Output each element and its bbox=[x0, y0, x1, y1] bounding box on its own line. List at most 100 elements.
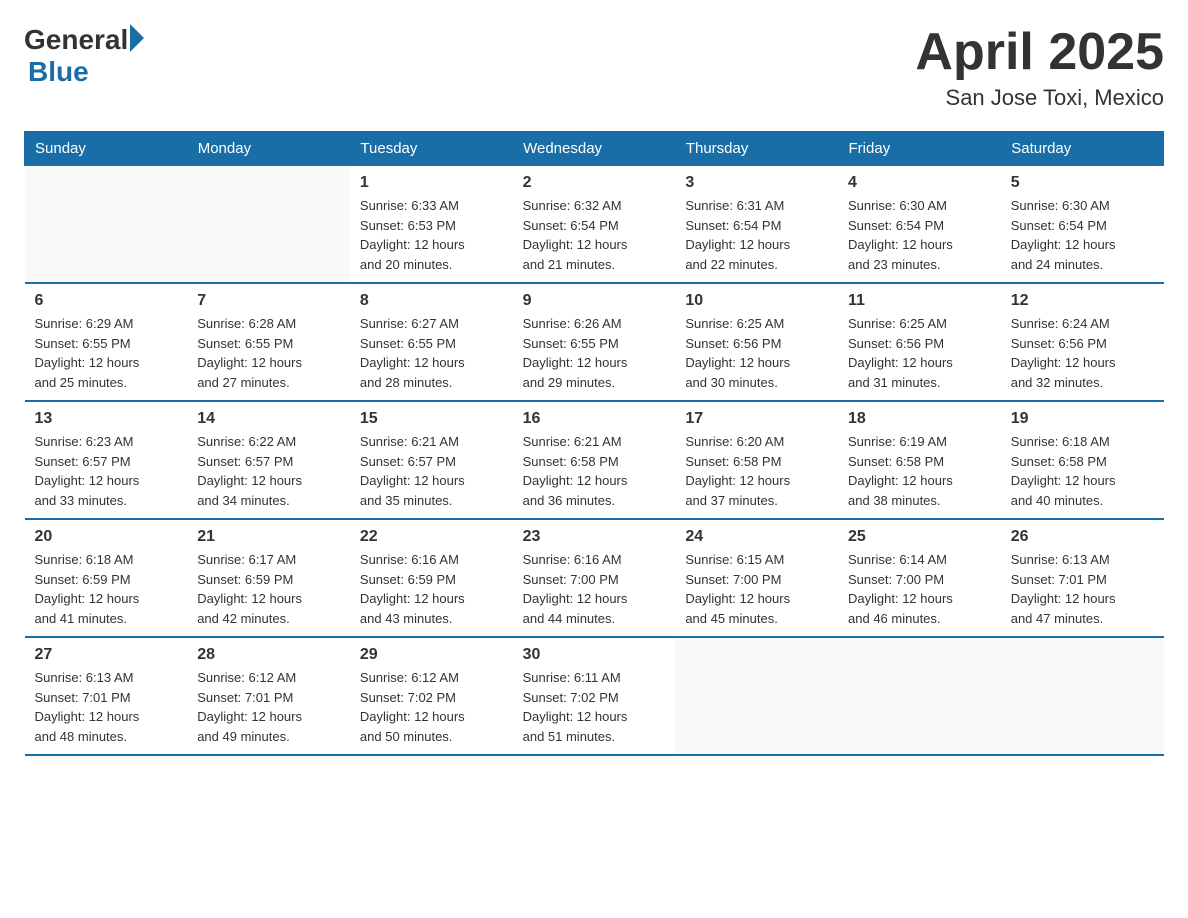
logo-triangle-icon bbox=[130, 24, 144, 52]
week-row-1: 1Sunrise: 6:33 AM Sunset: 6:53 PM Daylig… bbox=[25, 166, 1164, 284]
calendar-cell-w4-d6: 25 Sunrise: 6:14 AM Sunset: 7:00 PM Dayli… bbox=[838, 519, 1001, 637]
calendar-cell-w2-d5: 10Sunrise: 6:25 AM Sunset: 6:56 PM Dayli… bbox=[675, 283, 838, 401]
calendar-cell-w3-d5: 17 Sunrise: 6:20 AM Sunset: 6:58 PM Dayli… bbox=[675, 401, 838, 519]
day-number: 20 bbox=[35, 528, 178, 546]
calendar-cell-w1-d4: 2 Sunrise: 6:32 AM Sunset: 6:54 PM Daylig… bbox=[513, 166, 676, 284]
day-number: 17 bbox=[685, 410, 828, 428]
day-info: Sunrise: 6:18 AM Sunset: 6:59 PM Dayligh… bbox=[35, 550, 178, 628]
day-number: 8 bbox=[360, 292, 503, 310]
day-number: 26 bbox=[1011, 528, 1154, 546]
day-number: 23 bbox=[523, 528, 666, 546]
calendar-title: April 2025 bbox=[915, 24, 1164, 81]
calendar-cell-w2-d2: 7 Sunrise: 6:28 AM Sunset: 6:55 PM Daylig… bbox=[187, 283, 350, 401]
days-of-week-row: Sunday Monday Tuesday Wednesday Thursday… bbox=[25, 132, 1164, 166]
logo-blue-text: Blue bbox=[28, 56, 144, 88]
calendar-cell-w4-d5: 24 Sunrise: 6:15 AM Sunset: 7:00 PM Dayli… bbox=[675, 519, 838, 637]
calendar-cell-w4-d4: 23 Sunrise: 6:16 AM Sunset: 7:00 PM Dayli… bbox=[513, 519, 676, 637]
day-info: Sunrise: 6:29 AM Sunset: 6:55 PM Dayligh… bbox=[35, 314, 178, 392]
day-info: Sunrise: 6:27 AM Sunset: 6:55 PM Dayligh… bbox=[360, 314, 503, 392]
day-info: Sunrise: 6:15 AM Sunset: 7:00 PM Dayligh… bbox=[685, 550, 828, 628]
week-row-4: 20 Sunrise: 6:18 AM Sunset: 6:59 PM Dayli… bbox=[25, 519, 1164, 637]
calendar-table: Sunday Monday Tuesday Wednesday Thursday… bbox=[24, 131, 1164, 756]
title-block: April 2025 San Jose Toxi, Mexico bbox=[915, 24, 1164, 111]
week-row-2: 6 Sunrise: 6:29 AM Sunset: 6:55 PM Daylig… bbox=[25, 283, 1164, 401]
day-info: Sunrise: 6:25 AM Sunset: 6:56 PM Dayligh… bbox=[848, 314, 991, 392]
day-number: 21 bbox=[197, 528, 340, 546]
day-number: 5 bbox=[1011, 174, 1154, 192]
day-info: Sunrise: 6:26 AM Sunset: 6:55 PM Dayligh… bbox=[523, 314, 666, 392]
calendar-cell-w1-d3: 1Sunrise: 6:33 AM Sunset: 6:53 PM Daylig… bbox=[350, 166, 513, 284]
calendar-cell-w5-d3: 29 Sunrise: 6:12 AM Sunset: 7:02 PM Dayli… bbox=[350, 637, 513, 755]
calendar-cell-w4-d2: 21Sunrise: 6:17 AM Sunset: 6:59 PM Dayli… bbox=[187, 519, 350, 637]
calendar-header: Sunday Monday Tuesday Wednesday Thursday… bbox=[25, 132, 1164, 166]
day-number: 9 bbox=[523, 292, 666, 310]
calendar-cell-w5-d4: 30 Sunrise: 6:11 AM Sunset: 7:02 PM Dayli… bbox=[513, 637, 676, 755]
calendar-cell-w2-d6: 11Sunrise: 6:25 AM Sunset: 6:56 PM Dayli… bbox=[838, 283, 1001, 401]
calendar-cell-w1-d2 bbox=[187, 166, 350, 284]
week-row-5: 27 Sunrise: 6:13 AM Sunset: 7:01 PM Dayli… bbox=[25, 637, 1164, 755]
day-number: 15 bbox=[360, 410, 503, 428]
day-info: Sunrise: 6:28 AM Sunset: 6:55 PM Dayligh… bbox=[197, 314, 340, 392]
calendar-cell-w4-d1: 20 Sunrise: 6:18 AM Sunset: 6:59 PM Dayli… bbox=[25, 519, 188, 637]
col-tuesday: Tuesday bbox=[350, 132, 513, 166]
calendar-cell-w2-d7: 12Sunrise: 6:24 AM Sunset: 6:56 PM Dayli… bbox=[1001, 283, 1164, 401]
calendar-cell-w2-d4: 9 Sunrise: 6:26 AM Sunset: 6:55 PM Daylig… bbox=[513, 283, 676, 401]
day-number: 6 bbox=[35, 292, 178, 310]
logo-general-text: General bbox=[24, 24, 128, 56]
day-number: 13 bbox=[35, 410, 178, 428]
day-info: Sunrise: 6:22 AM Sunset: 6:57 PM Dayligh… bbox=[197, 432, 340, 510]
col-saturday: Saturday bbox=[1001, 132, 1164, 166]
calendar-subtitle: San Jose Toxi, Mexico bbox=[915, 85, 1164, 111]
calendar-cell-w1-d1 bbox=[25, 166, 188, 284]
day-info: Sunrise: 6:13 AM Sunset: 7:01 PM Dayligh… bbox=[1011, 550, 1154, 628]
logo: General Blue bbox=[24, 24, 144, 88]
calendar-cell-w4-d7: 26 Sunrise: 6:13 AM Sunset: 7:01 PM Dayli… bbox=[1001, 519, 1164, 637]
day-info: Sunrise: 6:30 AM Sunset: 6:54 PM Dayligh… bbox=[848, 196, 991, 274]
calendar-cell-w5-d5 bbox=[675, 637, 838, 755]
calendar-cell-w2-d3: 8 Sunrise: 6:27 AM Sunset: 6:55 PM Daylig… bbox=[350, 283, 513, 401]
day-info: Sunrise: 6:14 AM Sunset: 7:00 PM Dayligh… bbox=[848, 550, 991, 628]
calendar-cell-w1-d7: 5 Sunrise: 6:30 AM Sunset: 6:54 PM Daylig… bbox=[1001, 166, 1164, 284]
day-number: 30 bbox=[523, 646, 666, 664]
day-number: 2 bbox=[523, 174, 666, 192]
calendar-cell-w1-d5: 3Sunrise: 6:31 AM Sunset: 6:54 PM Daylig… bbox=[675, 166, 838, 284]
calendar-cell-w3-d7: 19 Sunrise: 6:18 AM Sunset: 6:58 PM Dayli… bbox=[1001, 401, 1164, 519]
day-number: 24 bbox=[685, 528, 828, 546]
day-info: Sunrise: 6:12 AM Sunset: 7:02 PM Dayligh… bbox=[360, 668, 503, 746]
day-number: 10 bbox=[685, 292, 828, 310]
day-info: Sunrise: 6:16 AM Sunset: 7:00 PM Dayligh… bbox=[523, 550, 666, 628]
col-sunday: Sunday bbox=[25, 132, 188, 166]
day-number: 18 bbox=[848, 410, 991, 428]
day-number: 7 bbox=[197, 292, 340, 310]
col-thursday: Thursday bbox=[675, 132, 838, 166]
day-info: Sunrise: 6:30 AM Sunset: 6:54 PM Dayligh… bbox=[1011, 196, 1154, 274]
day-info: Sunrise: 6:31 AM Sunset: 6:54 PM Dayligh… bbox=[685, 196, 828, 274]
calendar-cell-w3-d2: 14Sunrise: 6:22 AM Sunset: 6:57 PM Dayli… bbox=[187, 401, 350, 519]
col-monday: Monday bbox=[187, 132, 350, 166]
col-friday: Friday bbox=[838, 132, 1001, 166]
day-info: Sunrise: 6:20 AM Sunset: 6:58 PM Dayligh… bbox=[685, 432, 828, 510]
day-number: 29 bbox=[360, 646, 503, 664]
col-wednesday: Wednesday bbox=[513, 132, 676, 166]
day-number: 16 bbox=[523, 410, 666, 428]
day-number: 25 bbox=[848, 528, 991, 546]
calendar-cell-w5-d6 bbox=[838, 637, 1001, 755]
page-header: General Blue April 2025 San Jose Toxi, M… bbox=[24, 24, 1164, 111]
day-info: Sunrise: 6:32 AM Sunset: 6:54 PM Dayligh… bbox=[523, 196, 666, 274]
day-info: Sunrise: 6:19 AM Sunset: 6:58 PM Dayligh… bbox=[848, 432, 991, 510]
calendar-cell-w4-d3: 22Sunrise: 6:16 AM Sunset: 6:59 PM Dayli… bbox=[350, 519, 513, 637]
day-info: Sunrise: 6:13 AM Sunset: 7:01 PM Dayligh… bbox=[35, 668, 178, 746]
day-info: Sunrise: 6:21 AM Sunset: 6:58 PM Dayligh… bbox=[523, 432, 666, 510]
calendar-cell-w5-d7 bbox=[1001, 637, 1164, 755]
day-number: 19 bbox=[1011, 410, 1154, 428]
day-number: 28 bbox=[197, 646, 340, 664]
calendar-body: 1Sunrise: 6:33 AM Sunset: 6:53 PM Daylig… bbox=[25, 166, 1164, 756]
week-row-3: 13 Sunrise: 6:23 AM Sunset: 6:57 PM Dayli… bbox=[25, 401, 1164, 519]
day-info: Sunrise: 6:23 AM Sunset: 6:57 PM Dayligh… bbox=[35, 432, 178, 510]
day-info: Sunrise: 6:18 AM Sunset: 6:58 PM Dayligh… bbox=[1011, 432, 1154, 510]
day-number: 27 bbox=[35, 646, 178, 664]
calendar-cell-w1-d6: 4Sunrise: 6:30 AM Sunset: 6:54 PM Daylig… bbox=[838, 166, 1001, 284]
day-info: Sunrise: 6:11 AM Sunset: 7:02 PM Dayligh… bbox=[523, 668, 666, 746]
day-info: Sunrise: 6:21 AM Sunset: 6:57 PM Dayligh… bbox=[360, 432, 503, 510]
calendar-cell-w2-d1: 6 Sunrise: 6:29 AM Sunset: 6:55 PM Daylig… bbox=[25, 283, 188, 401]
